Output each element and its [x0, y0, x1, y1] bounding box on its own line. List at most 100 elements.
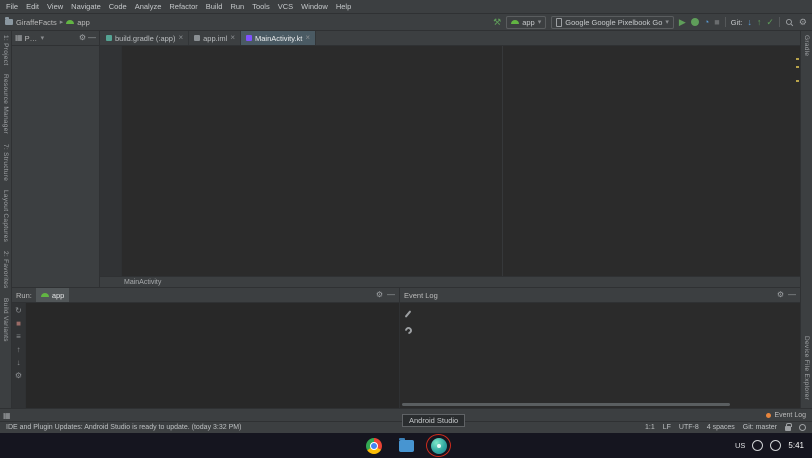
hide-panel-icon[interactable]: —	[387, 291, 395, 299]
project-panel-title[interactable]: Project	[25, 34, 39, 43]
editor-code[interactable]	[122, 46, 800, 276]
line-separator[interactable]: LF	[663, 424, 671, 431]
git-commit-button[interactable]: ↑	[757, 18, 762, 27]
run-console[interactable]	[26, 303, 399, 408]
editor-breadcrumb-bar: MainActivity	[100, 276, 800, 287]
warning-stripe-mark[interactable]	[796, 80, 799, 82]
breadcrumb-module[interactable]: app	[77, 18, 90, 27]
settings-wrench-icon[interactable]	[403, 326, 413, 336]
notification-icon[interactable]	[799, 424, 806, 431]
run-tab-app[interactable]: app	[36, 288, 70, 302]
scroll-down-icon[interactable]: ↓	[17, 358, 21, 367]
tool-button-gradle[interactable]: Gradle	[803, 35, 810, 56]
close-icon[interactable]: ×	[230, 34, 235, 42]
menu-item-code[interactable]: Code	[105, 2, 131, 11]
file-manager-icon[interactable]	[399, 440, 414, 452]
profiler-button[interactable]: ◔	[704, 18, 709, 27]
hide-panel-icon[interactable]: —	[88, 34, 96, 42]
menu-item-file[interactable]: File	[2, 2, 22, 11]
menu-item-edit[interactable]: Edit	[22, 2, 43, 11]
git-check-icon[interactable]: ✓	[766, 18, 774, 27]
edit-icon[interactable]	[405, 310, 412, 317]
breadcrumb-project[interactable]: GiraffeFacts	[16, 18, 57, 27]
run-config-select[interactable]: app ▾	[506, 16, 546, 29]
menu-item-analyze[interactable]: Analyze	[131, 2, 166, 11]
android-icon	[511, 20, 519, 24]
tool-button-device-file-explorer[interactable]: Device File Explorer	[803, 336, 810, 400]
run-toolbar: ⚒ app ▾ Google Google Pixelbook Go ▾ ▶ ◔…	[493, 16, 807, 29]
menu-item-window[interactable]: Window	[297, 2, 332, 11]
editor-tab-build-gradle-app[interactable]: build.gradle (:app)×	[101, 31, 189, 45]
tool-button-build-variants[interactable]: Build Variants	[2, 298, 9, 342]
lock-icon[interactable]	[785, 426, 791, 431]
upper-area: ▦ Project ▾ ⚙ — build.gradle (:app)×app.…	[12, 31, 800, 287]
status-message[interactable]: IDE and Plugin Updates: Android Studio i…	[6, 424, 241, 431]
toolwindow-right: Event Log	[766, 412, 809, 419]
android-studio-taskbar-icon[interactable]	[431, 438, 447, 454]
chevron-down-icon[interactable]: ▾	[41, 34, 45, 42]
rerun-icon[interactable]: ↻	[15, 306, 22, 315]
stop-icon[interactable]: ■	[16, 319, 21, 328]
tray-shield-icon[interactable]	[770, 440, 781, 451]
indent-config[interactable]: 4 spaces	[707, 424, 735, 431]
editor-tab-app-iml[interactable]: app.iml×	[189, 31, 241, 45]
git-update-button[interactable]: ↓	[747, 18, 752, 27]
device-value: Google Google Pixelbook Go	[565, 18, 662, 27]
menu-item-refactor[interactable]: Refactor	[165, 2, 201, 11]
run-gear-icon[interactable]: ⚙	[15, 371, 22, 380]
file-encoding[interactable]: UTF-8	[679, 424, 699, 431]
toolbar-separator	[779, 17, 780, 27]
menu-item-run[interactable]: Run	[226, 2, 248, 11]
caret-position[interactable]: 1:1	[645, 424, 655, 431]
build-hammer-icon[interactable]: ⚒	[493, 18, 501, 27]
menu-item-view[interactable]: View	[43, 2, 67, 11]
editor[interactable]	[100, 46, 800, 276]
scroll-up-icon[interactable]: ↑	[17, 345, 21, 354]
stop-button[interactable]: ■	[714, 18, 719, 27]
editor-tab-mainactivity-kt[interactable]: MainActivity.kt×	[241, 31, 316, 45]
breadcrumb-class[interactable]: MainActivity	[124, 279, 161, 286]
run-settings-gear-icon[interactable]: ⚙	[376, 291, 383, 299]
device-select[interactable]: Google Google Pixelbook Go ▾	[551, 16, 674, 29]
editor-column: build.gradle (:app)×app.iml×MainActivity…	[100, 31, 800, 287]
event-log-list[interactable]	[416, 303, 800, 408]
editor-tab-bar: build.gradle (:app)×app.iml×MainActivity…	[100, 31, 800, 46]
toolwindow-switcher-icon[interactable]: ▦	[3, 411, 11, 420]
tool-button-resource-manager[interactable]: Resource Manager	[2, 74, 9, 134]
event-log-panel: Event Log ⚙ —	[400, 288, 800, 408]
horizontal-scrollbar[interactable]	[402, 403, 730, 406]
panel-settings-gear-icon[interactable]: ⚙	[79, 34, 86, 42]
menu-item-vcs[interactable]: VCS	[274, 2, 297, 11]
tool-button-layout-captures[interactable]: Layout Captures	[2, 190, 9, 242]
run-config-value: app	[522, 18, 535, 27]
git-branch[interactable]: Git: master	[743, 424, 777, 431]
close-icon[interactable]: ×	[178, 34, 183, 42]
tool-button-structure[interactable]: 7: Structure	[2, 144, 9, 181]
search-icon[interactable]	[785, 18, 794, 27]
notification-dot-icon	[766, 413, 771, 418]
right-margin-guide	[502, 46, 503, 276]
tray-status-icon[interactable]	[752, 440, 763, 451]
event-log-title: Event Log	[404, 291, 438, 300]
keyboard-layout-indicator[interactable]: US	[735, 441, 745, 450]
event-log-button[interactable]: Event Log	[774, 412, 806, 419]
warning-stripe-mark[interactable]	[796, 58, 799, 60]
tool-button-project[interactable]: 1: Project	[2, 35, 9, 65]
clock[interactable]: 5:41	[788, 441, 804, 450]
debug-button[interactable]	[691, 18, 699, 26]
chrome-icon[interactable]	[366, 438, 382, 454]
project-view-icon[interactable]: ▦	[15, 34, 23, 42]
menu-item-build[interactable]: Build	[202, 2, 227, 11]
project-tree	[12, 46, 99, 287]
close-icon[interactable]: ×	[305, 34, 310, 42]
menu-item-navigate[interactable]: Navigate	[67, 2, 105, 11]
menu-item-help[interactable]: Help	[332, 2, 355, 11]
run-menu-icon[interactable]: ≡	[16, 332, 21, 341]
hide-panel-icon[interactable]: —	[788, 291, 796, 299]
settings-gear-icon[interactable]: ⚙	[799, 18, 807, 27]
menu-item-tools[interactable]: Tools	[248, 2, 274, 11]
run-button[interactable]: ▶	[679, 18, 686, 27]
event-settings-gear-icon[interactable]: ⚙	[777, 291, 784, 299]
warning-stripe-mark[interactable]	[796, 66, 799, 68]
tool-button-favorites[interactable]: 2: Favorites	[2, 251, 9, 289]
